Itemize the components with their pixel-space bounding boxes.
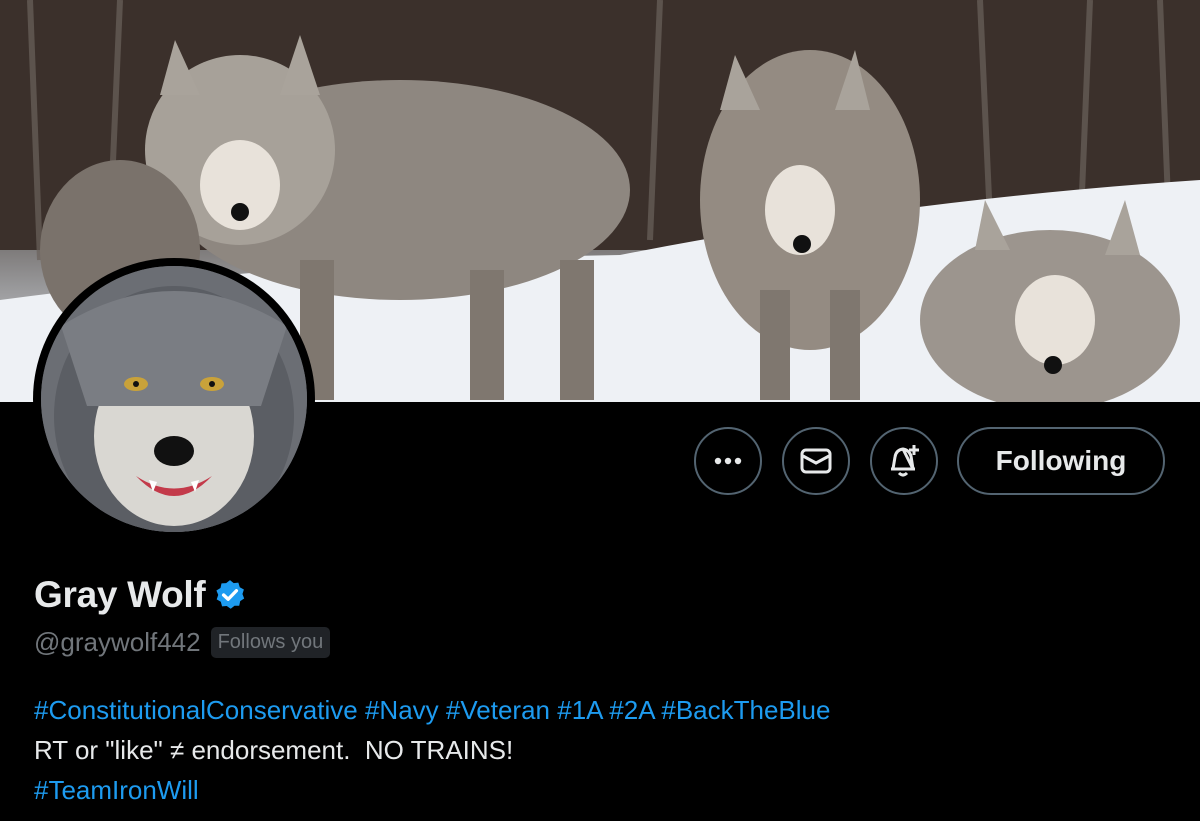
- hashtag-link[interactable]: #2A: [609, 695, 654, 725]
- display-name: Gray Wolf: [34, 574, 206, 615]
- message-button[interactable]: [782, 427, 850, 495]
- following-button[interactable]: Following: [957, 427, 1165, 495]
- bio-text-line: RT or "like" ≠ endorsement. NO TRAINS!: [34, 735, 514, 765]
- bio-hashtags-line: #ConstitutionalConservative #Navy #Veter…: [34, 690, 830, 730]
- hashtag-link[interactable]: #1A: [557, 695, 602, 725]
- envelope-icon: [800, 448, 832, 474]
- hashtag-link[interactable]: #BackTheBlue: [661, 695, 830, 725]
- hashtag-link[interactable]: #ConstitutionalConservative: [34, 695, 358, 725]
- hashtag-link[interactable]: #TeamIronWill: [34, 775, 199, 805]
- avatar-image: [41, 266, 307, 532]
- profile-avatar[interactable]: [33, 258, 315, 540]
- profile-name-row: Gray Wolf: [34, 574, 247, 616]
- notifications-button[interactable]: [870, 427, 938, 495]
- bell-plus-icon: [891, 445, 919, 477]
- following-label: Following: [995, 445, 1127, 476]
- hashtag-link[interactable]: #Veteran: [446, 695, 550, 725]
- bio-hashtag-line: #TeamIronWill: [34, 770, 830, 810]
- follows-you-badge: Follows you: [210, 627, 331, 658]
- more-button[interactable]: [694, 427, 762, 495]
- hashtag-link[interactable]: #Navy: [365, 695, 439, 725]
- verified-badge-icon[interactable]: [213, 578, 247, 612]
- profile-handle: @graywolf442: [34, 627, 201, 657]
- handle-row: @graywolf442 Follows you: [34, 627, 331, 658]
- profile-bio: #ConstitutionalConservative #Navy #Veter…: [34, 690, 830, 810]
- more-icon: [714, 457, 742, 465]
